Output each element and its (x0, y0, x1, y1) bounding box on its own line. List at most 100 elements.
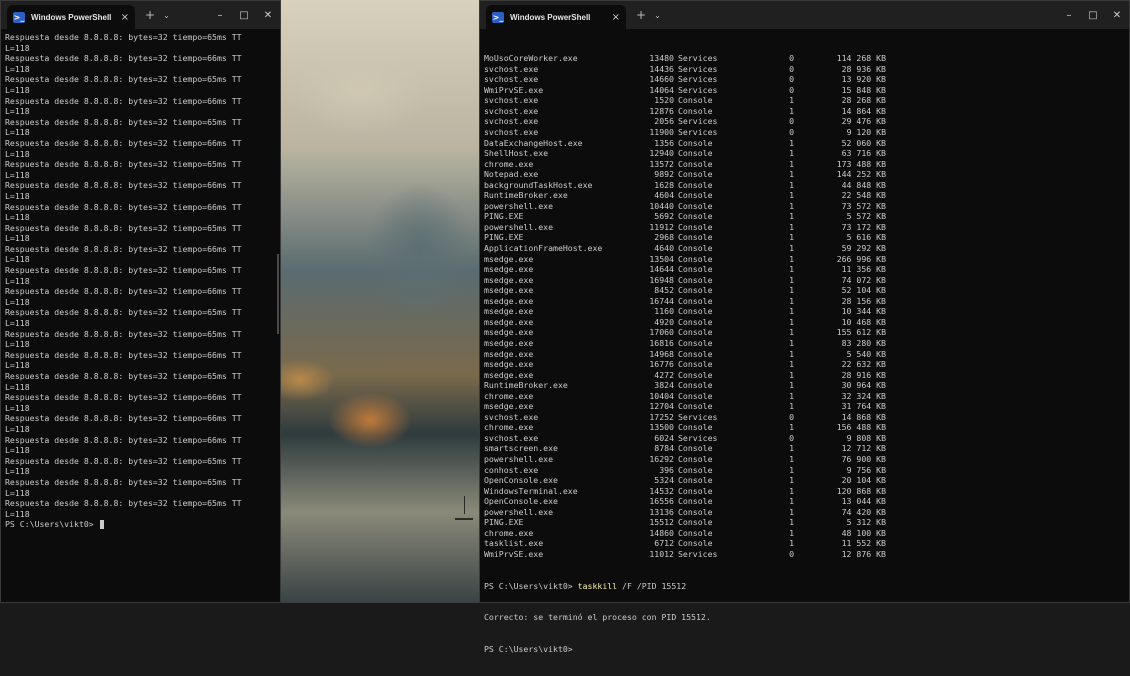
close-tab-icon[interactable]: × (121, 12, 129, 23)
session-number: 1 (789, 306, 794, 317)
table-row: msedge.exe 4272 Console 1 28 916 KB (484, 370, 1129, 381)
session-name: Console (678, 464, 713, 475)
output-line: L=118 (5, 318, 30, 329)
session-number: 0 (789, 127, 794, 138)
session-name: Services (678, 63, 718, 74)
process-name: tasklist.exe (484, 538, 544, 549)
session-number: 1 (789, 348, 794, 359)
session-name: Services (678, 411, 718, 422)
minimize-button[interactable]: – (208, 10, 232, 21)
process-name: msedge.exe (484, 401, 534, 412)
terminal-output[interactable]: Respuesta desde 8.8.8.8: bytes=32 tiempo… (1, 29, 280, 530)
session-number: 1 (789, 274, 794, 285)
session-name: Console (678, 295, 713, 306)
tab-powershell[interactable]: >_ Windows PowerShell × (7, 5, 135, 29)
session-number: 1 (789, 253, 794, 264)
session-name: Console (678, 306, 713, 317)
process-name: svchost.exe (484, 127, 539, 138)
session-name: Console (678, 158, 713, 169)
session-name: Console (678, 169, 713, 180)
output-line: L=118 (5, 275, 30, 286)
process-name: OpenConsole.exe (484, 496, 558, 507)
window-controls: – □ ✕ (208, 1, 280, 29)
memory-usage: 13 044 KB (841, 496, 886, 507)
session-name: Console (678, 253, 713, 264)
close-button[interactable]: ✕ (1105, 10, 1129, 21)
terminal-output[interactable]: MoUsoCoreWorker.exe 13480 Services 0 114 268… (480, 29, 1129, 676)
output-line: Respuesta desde 8.8.8.8: bytes=32 tiempo… (5, 265, 242, 276)
session-name: Console (678, 95, 713, 106)
session-number: 1 (789, 169, 794, 180)
session-name: Services (678, 74, 718, 85)
process-name: chrome.exe (484, 390, 534, 401)
table-row: powershell.exe 10440 Console 1 73 572 KB (484, 201, 1129, 212)
session-number: 1 (789, 95, 794, 106)
session-name: Console (678, 369, 713, 380)
session-name: Console (678, 527, 713, 538)
table-row: svchost.exe 17252 Services 0 14 868 KB (484, 412, 1129, 423)
output-line: L=118 (5, 169, 30, 180)
session-number: 1 (789, 200, 794, 211)
table-row: svchost.exe 6024 Services 0 9 808 KB (484, 433, 1129, 444)
output-line: Respuesta desde 8.8.8.8: bytes=32 tiempo… (5, 137, 242, 148)
command-result: Correcto: se terminó el proceso con PID … (484, 612, 711, 623)
close-tab-icon[interactable]: × (612, 12, 620, 23)
table-row: OpenConsole.exe 5324 Console 1 20 104 KB (484, 475, 1129, 486)
prompt-line[interactable]: PS C:\Users\vikt0> (5, 519, 280, 530)
minimize-button[interactable]: – (1057, 10, 1081, 21)
session-number: 1 (789, 158, 794, 169)
table-row: msedge.exe 13504 Console 1 266 996 KB (484, 254, 1129, 265)
process-pid: 10440 (649, 200, 674, 211)
process-pid: 6712 (654, 538, 674, 549)
new-tab-button[interactable]: + (145, 8, 155, 22)
close-button[interactable]: ✕ (256, 10, 280, 21)
output-line: Respuesta desde 8.8.8.8: bytes=32 tiempo… (5, 434, 242, 445)
powershell-window-left: >_ Windows PowerShell × + ⌄ – □ ✕ Respue… (0, 0, 281, 603)
process-name: msedge.exe (484, 274, 534, 285)
memory-usage: 10 468 KB (841, 316, 886, 327)
powershell-icon: >_ (492, 11, 504, 23)
session-number: 1 (789, 316, 794, 327)
process-pid: 10404 (649, 390, 674, 401)
session-name: Console (678, 105, 713, 116)
window-controls: – □ ✕ (1057, 1, 1129, 29)
process-name: MoUsoCoreWorker.exe (484, 53, 578, 64)
table-row: PING.EXE 15512 Console 1 5 312 KB (484, 517, 1129, 528)
output-line: Respuesta desde 8.8.8.8: bytes=32 tiempo… (5, 455, 242, 466)
output-line: L=118 (5, 487, 30, 498)
tab-title: Windows PowerShell (510, 12, 591, 22)
session-number: 1 (789, 401, 794, 412)
memory-usage: 74 420 KB (841, 506, 886, 517)
process-pid: 4920 (654, 316, 674, 327)
process-pid: 14436 (649, 63, 674, 74)
process-pid: 5692 (654, 211, 674, 222)
session-number: 1 (789, 464, 794, 475)
chevron-down-icon[interactable]: ⌄ (654, 11, 661, 20)
output-line: Respuesta desde 8.8.8.8: bytes=32 tiempo… (5, 413, 242, 424)
session-name: Console (678, 211, 713, 222)
session-name: Console (678, 179, 713, 190)
maximize-button[interactable]: □ (232, 10, 256, 21)
process-name: msedge.exe (484, 327, 534, 338)
table-row: RuntimeBroker.exe 4604 Console 1 22 548 KB (484, 190, 1129, 201)
session-name: Console (678, 401, 713, 412)
chevron-down-icon[interactable]: ⌄ (163, 11, 170, 20)
process-pid: 15512 (649, 517, 674, 528)
tab-powershell[interactable]: >_ Windows PowerShell × (486, 5, 626, 29)
scrollbar[interactable] (277, 254, 279, 334)
table-row: chrome.exe 13500 Console 1 156 488 KB (484, 422, 1129, 433)
memory-usage: 73 572 KB (841, 200, 886, 211)
memory-usage: 20 104 KB (841, 475, 886, 486)
command-args: /F /PID 15512 (617, 580, 687, 591)
table-row: msedge.exe 16776 Console 1 22 632 KB (484, 359, 1129, 370)
memory-usage: 12 712 KB (841, 443, 886, 454)
table-row: msedge.exe 16816 Console 1 83 280 KB (484, 338, 1129, 349)
process-pid: 1628 (654, 179, 674, 190)
memory-usage: 11 356 KB (841, 264, 886, 275)
session-name: Console (678, 359, 713, 370)
powershell-icon: >_ (13, 11, 25, 23)
memory-usage: 32 324 KB (841, 390, 886, 401)
new-tab-button[interactable]: + (636, 8, 646, 22)
table-row: WindowsTerminal.exe 14532 Console 1 120 868 … (484, 486, 1129, 497)
maximize-button[interactable]: □ (1081, 10, 1105, 21)
